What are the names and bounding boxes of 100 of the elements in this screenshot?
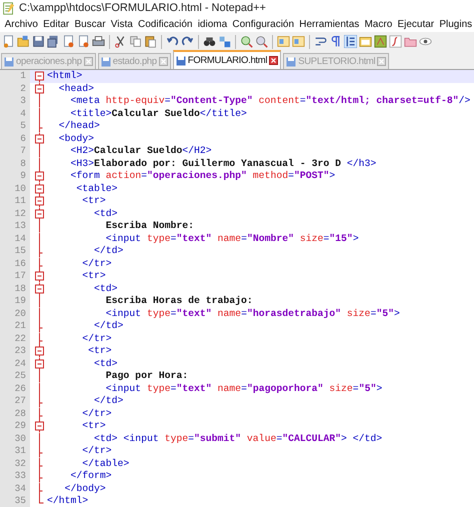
menu-item[interactable]: Editar xyxy=(40,18,72,30)
code-line: </td> xyxy=(93,245,124,258)
fold-marker-icon[interactable] xyxy=(34,420,45,432)
code-line: </td> xyxy=(93,320,124,332)
folder-icon[interactable] xyxy=(404,35,417,48)
code-line: <tr> xyxy=(87,345,112,358)
close-all-icon[interactable] xyxy=(77,35,90,48)
code-line: </tr> xyxy=(81,408,112,420)
menu-item[interactable]: Configuración xyxy=(230,18,297,30)
eye-icon[interactable] xyxy=(419,35,432,48)
fold-marker-icon[interactable] xyxy=(34,208,45,220)
fold-marker-icon[interactable] xyxy=(34,82,45,95)
code-line: <title>Calcular Sueldo</title> xyxy=(70,108,247,120)
file-tab[interactable]: FORMULARIO.html xyxy=(172,50,282,69)
undo-icon[interactable] xyxy=(166,35,179,48)
line-number: 6 xyxy=(0,132,30,145)
cut-icon[interactable] xyxy=(114,35,127,48)
code-line: <H3>Elaborado por: Guillermo Yanascual - 3ro D </h3> xyxy=(70,158,376,170)
menu-item[interactable]: Archivo xyxy=(2,18,41,30)
zoom-in-icon[interactable] xyxy=(240,35,253,48)
code-line: Escriba Nombre: xyxy=(104,220,194,232)
line-number: 3 xyxy=(0,95,30,108)
panel-icon[interactable] xyxy=(359,35,372,48)
zoom-out-icon[interactable] xyxy=(255,35,268,48)
function-icon[interactable] xyxy=(389,35,402,48)
code-line: <H2>Calcular Sueldo</H2> xyxy=(70,145,212,158)
line-number: 11 xyxy=(0,195,30,208)
line-number: 19 xyxy=(0,295,30,308)
menu-item[interactable]: Ejecutar xyxy=(394,18,437,30)
wrap-icon[interactable] xyxy=(314,35,327,48)
line-number: 8 xyxy=(0,158,30,170)
code-line: <td> xyxy=(93,282,118,295)
indent-guide-icon[interactable] xyxy=(344,35,357,48)
line-number: 12 xyxy=(0,208,30,220)
menu-item[interactable]: Macro xyxy=(362,18,395,30)
new-file-icon[interactable] xyxy=(2,35,15,48)
code-line: <head> xyxy=(58,82,94,95)
menu-item[interactable]: idioma xyxy=(195,18,230,30)
fold-marker-icon[interactable] xyxy=(34,270,45,282)
code-line: </body> xyxy=(64,482,106,495)
save-icon[interactable] xyxy=(32,35,45,48)
code-line: <input type="text" name="Nombre" size="15"> xyxy=(104,232,359,245)
line-number: 2 xyxy=(0,82,30,95)
code-line: <tr> xyxy=(81,270,106,282)
code-line: <td> xyxy=(93,208,118,220)
line-number: 31 xyxy=(0,445,30,458)
line-number: 35 xyxy=(0,495,30,507)
line-number: 22 xyxy=(0,332,30,345)
save-icon xyxy=(176,56,186,66)
code-line: </td> xyxy=(93,395,124,408)
menu-item[interactable]: Buscar xyxy=(72,18,108,30)
save-all-icon[interactable] xyxy=(47,35,60,48)
line-number: 21 xyxy=(0,320,30,332)
code-line: <input type="text" name="horasdetrabajo" size="5"> xyxy=(104,308,400,320)
fold-marker-icon[interactable] xyxy=(34,132,45,145)
fold-marker-icon[interactable] xyxy=(34,282,45,295)
menu-item[interactable]: Codificación xyxy=(135,18,196,30)
fold-marker-icon[interactable] xyxy=(34,195,45,208)
redo-icon[interactable] xyxy=(181,35,194,48)
line-number: 14 xyxy=(0,232,30,245)
find-icon[interactable] xyxy=(203,35,216,48)
line-number: 17 xyxy=(0,270,30,282)
menu-item[interactable]: Plugins xyxy=(436,18,474,30)
code-line: </tr> xyxy=(81,332,112,345)
fold-marker-icon[interactable] xyxy=(34,170,45,182)
line-number: 15 xyxy=(0,245,30,258)
print-icon[interactable] xyxy=(92,35,105,48)
line-number: 16 xyxy=(0,258,30,270)
code-line: </tr> xyxy=(81,445,112,458)
code-line: <td> <input type="submit" value="CALCULAR"> </td> xyxy=(93,432,382,445)
code-line: </html> xyxy=(47,495,88,507)
copy-icon[interactable] xyxy=(129,35,142,48)
fold-marker-icon[interactable] xyxy=(34,182,45,195)
menu-item[interactable]: Herramientas xyxy=(296,18,362,30)
code-line: <input type="text" name="pagoporhora" size="5"> xyxy=(104,382,382,395)
pilcrow-icon[interactable] xyxy=(329,35,342,48)
line-number: 33 xyxy=(0,470,30,482)
close-file-icon[interactable] xyxy=(62,35,75,48)
code-line: <body> xyxy=(58,132,94,145)
code-line: </form> xyxy=(70,470,112,482)
fold-marker-icon[interactable] xyxy=(34,70,45,82)
fold-marker-icon[interactable] xyxy=(34,345,45,358)
line-number: 24 xyxy=(0,358,30,370)
line-number: 23 xyxy=(0,345,30,358)
code-line: <td> xyxy=(93,358,118,370)
menu-item[interactable]: Vista xyxy=(108,18,136,30)
map-icon[interactable] xyxy=(374,35,387,48)
code-line: <form action="operaciones.php" method="POST"> xyxy=(70,170,336,182)
code-line: </head> xyxy=(58,120,100,132)
code-line: <tr> xyxy=(81,195,106,208)
fold-marker-icon[interactable] xyxy=(34,358,45,370)
line-number: 4 xyxy=(0,108,30,120)
line-number: 28 xyxy=(0,408,30,420)
paste-icon[interactable] xyxy=(144,35,157,48)
code-line: <table> xyxy=(75,182,118,195)
replace-icon[interactable] xyxy=(218,35,231,48)
line-number: 1 xyxy=(0,70,30,82)
line-number: 5 xyxy=(0,120,30,132)
close-icon[interactable] xyxy=(269,56,278,65)
line-number: 34 xyxy=(0,482,30,495)
